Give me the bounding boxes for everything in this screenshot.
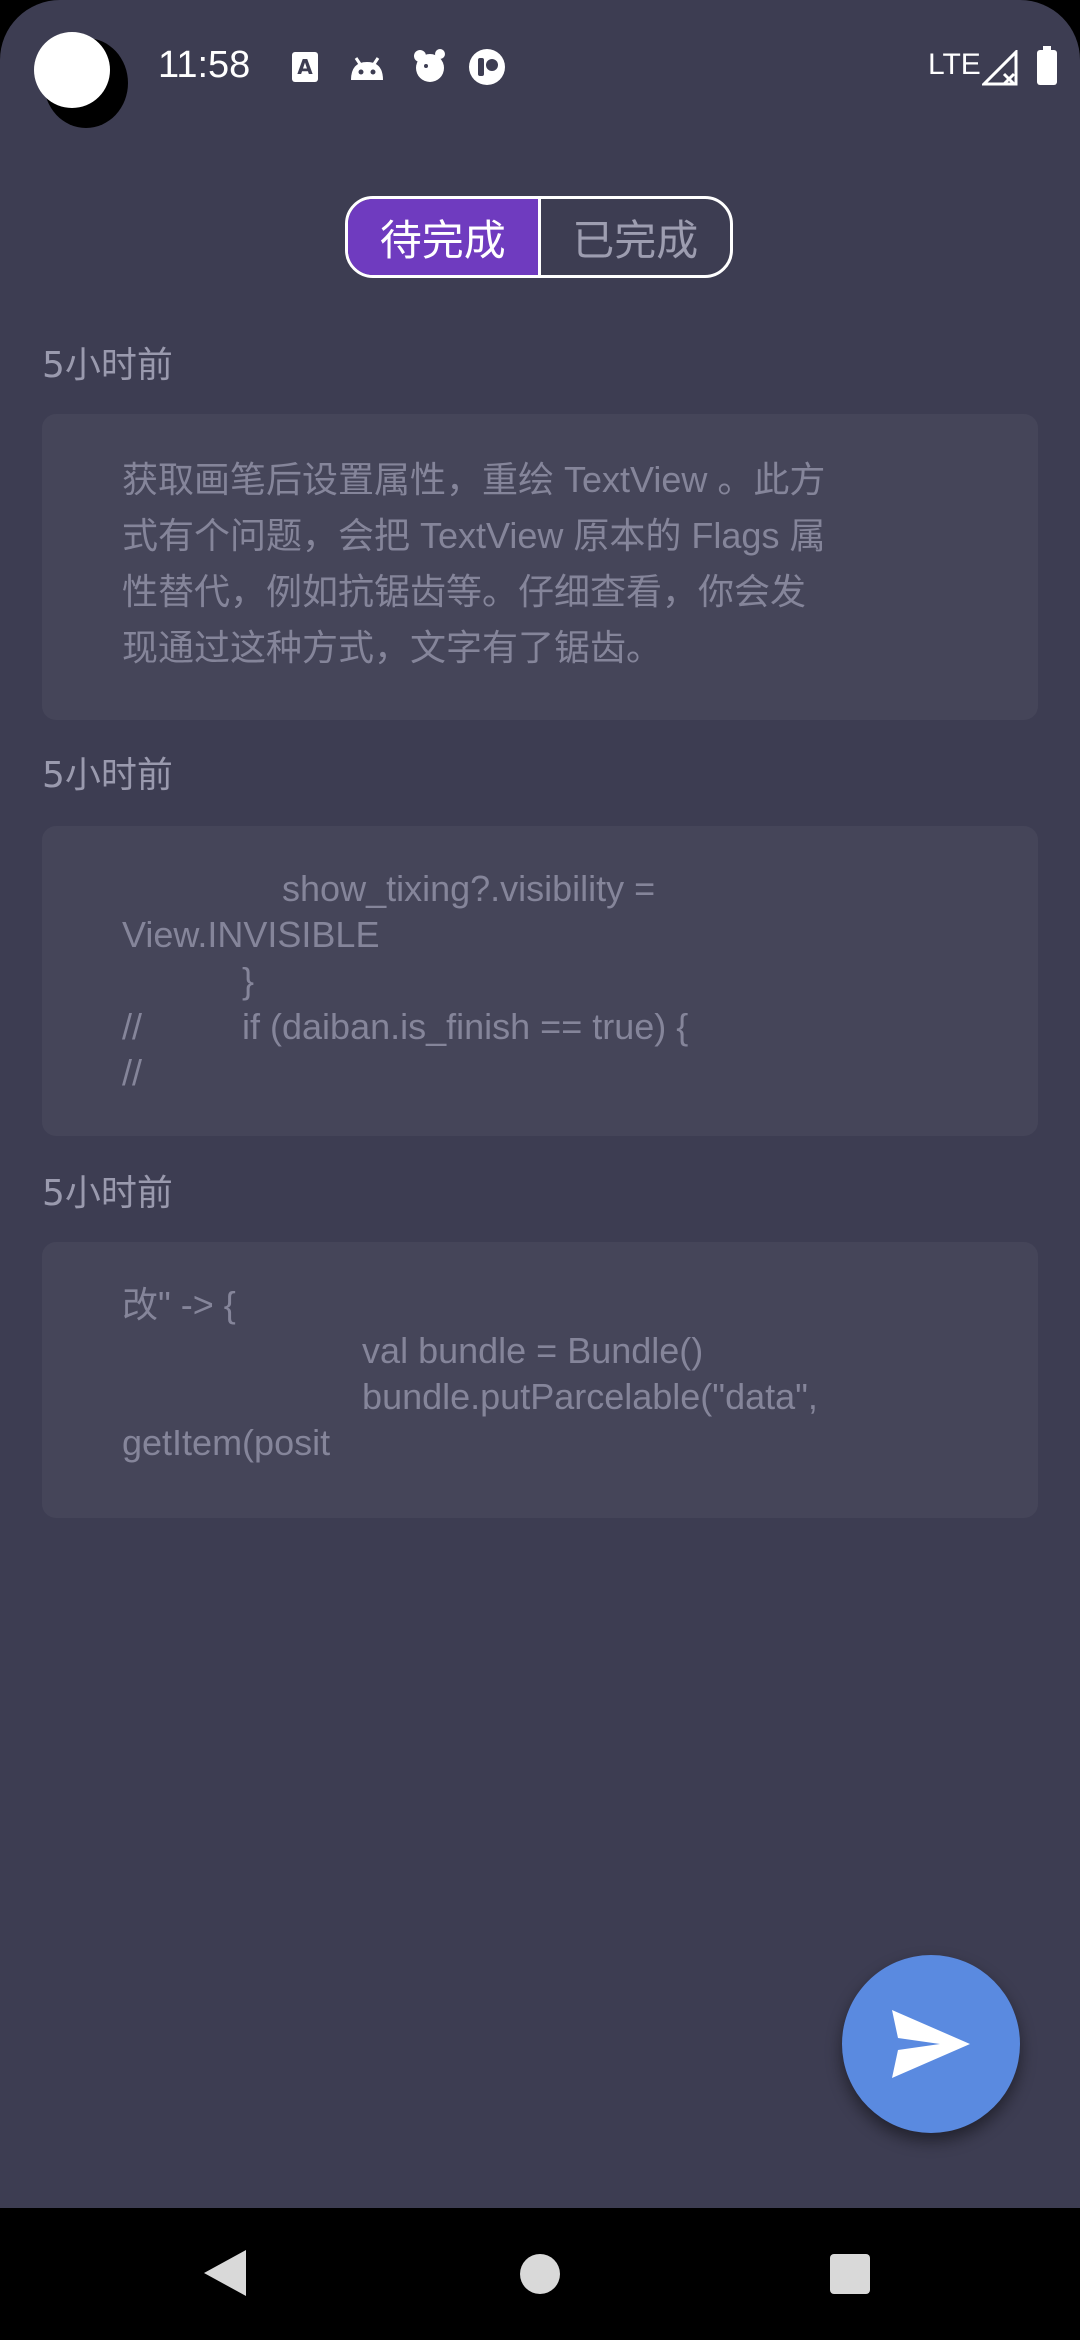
svg-text:A: A [297,55,313,79]
font-accessibility-icon: A [292,52,318,82]
note-card[interactable]: 改" -> { val bundle = Bundle() bundle.put… [42,1242,1038,1518]
note-content: 获取画笔后设置属性，重绘 TextView 。此方 式有个问题，会把 TextV… [122,459,826,668]
tab-completed[interactable]: 已完成 [541,199,731,275]
app-screen: 11:58 A LTE 待完成 已完成 5小时前 获取画笔后设置属性，重绘 Te… [0,0,1080,2340]
send-icon [892,2010,970,2078]
note-card[interactable]: show_tixing?.visibility = View.INVISIBLE… [42,826,1038,1136]
home-icon[interactable] [518,2252,562,2296]
camera-cutout [34,32,110,108]
note-time: 5小时前 [42,345,173,386]
back-icon[interactable] [202,2248,248,2298]
network-type: LTE [928,48,981,81]
signal-icon [982,50,1018,86]
pet-icon [414,49,445,82]
send-button[interactable] [842,1955,1020,2133]
navigation-bar [0,2208,1080,2340]
note-content: 改" -> { val bundle = Bundle() bundle.put… [122,1284,818,1463]
status-time: 11:58 [158,44,251,86]
tab-pending[interactable]: 待完成 [348,199,541,275]
note-time: 5小时前 [42,1173,173,1214]
status-bar: 11:58 A LTE [0,0,1080,130]
recents-icon[interactable] [828,2252,872,2296]
tab-switcher: 待完成 已完成 [345,196,733,278]
note-time: 5小时前 [42,755,173,796]
app-badge-icon [469,49,505,85]
battery-icon [1037,46,1057,85]
note-content: show_tixing?.visibility = View.INVISIBLE… [122,868,689,1093]
android-icon [351,57,383,80]
note-card[interactable]: 获取画笔后设置属性，重绘 TextView 。此方 式有个问题，会把 TextV… [42,414,1038,720]
